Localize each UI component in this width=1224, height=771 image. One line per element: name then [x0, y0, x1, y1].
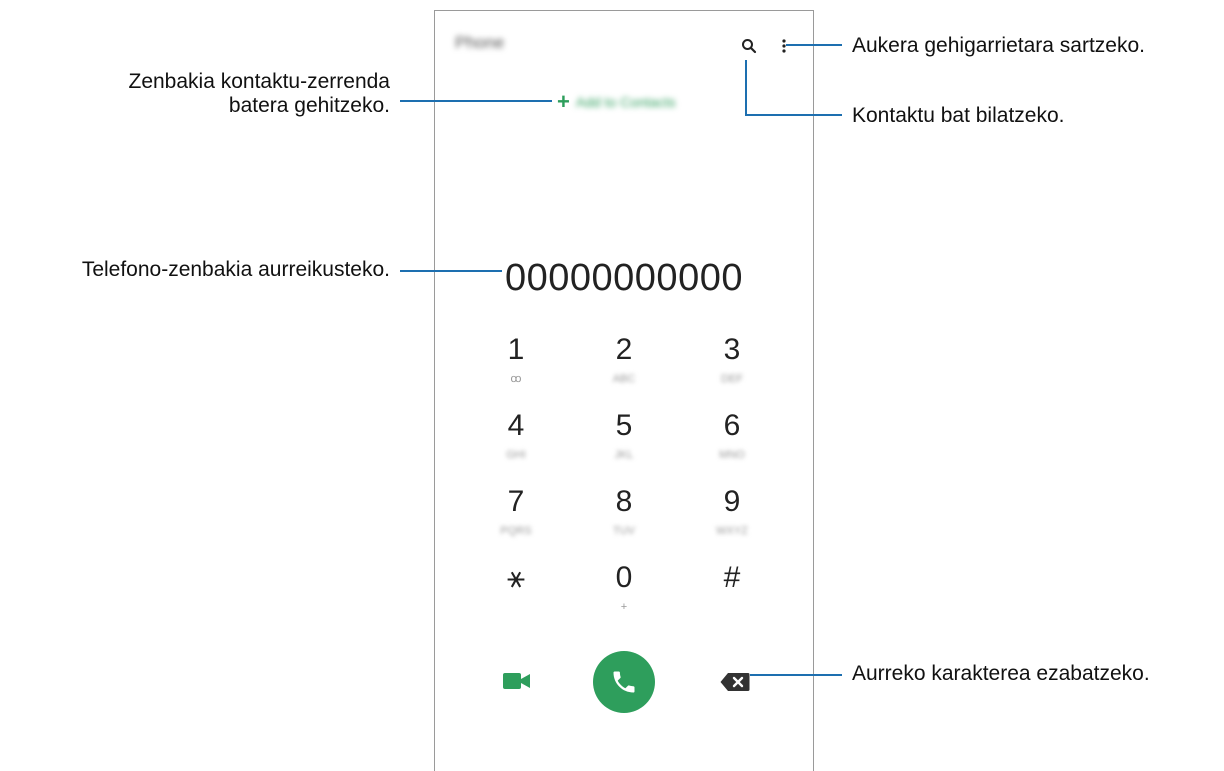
annotation-add-contact: Zenbakia kontaktu-zerrenda batera gehitz… — [30, 70, 391, 118]
key-9[interactable]: 9 WXYZ — [677, 485, 787, 555]
key-digit: 8 — [615, 485, 633, 518]
key-digit: 0 — [615, 561, 633, 594]
backspace-icon — [720, 673, 750, 691]
key-digit: 9 — [723, 485, 741, 518]
key-4[interactable]: 4 GHI — [461, 409, 571, 479]
key-letters: TUV — [613, 525, 635, 537]
key-digit: 3 — [723, 333, 741, 366]
annotation-delete-char: Aurreko karakterea ezabatzeko. — [852, 662, 1150, 685]
key-letters: JKL — [614, 449, 634, 461]
more-options-icon[interactable] — [773, 35, 795, 57]
search-icon[interactable] — [738, 35, 760, 57]
call-button[interactable] — [593, 651, 655, 713]
key-letters: GHI — [506, 449, 526, 461]
key-letters: ABC — [612, 373, 636, 385]
annotation-search-contact: Kontaktu bat bilatzeko. — [852, 104, 1065, 127]
annotation-line-delete — [750, 674, 842, 676]
key-digit: # — [723, 561, 741, 594]
annotation-line-search-horizontal — [745, 114, 842, 116]
key-digit: 1 — [507, 333, 525, 366]
key-3[interactable]: 3 DEF — [677, 333, 787, 403]
add-to-contacts-button[interactable]: + Add to Contacts — [557, 91, 675, 113]
key-6[interactable]: 6 MNO — [677, 409, 787, 479]
key-letters: WXYZ — [716, 525, 748, 537]
video-call-icon — [503, 673, 530, 689]
annotation-line-preview — [400, 270, 502, 272]
phone-icon — [613, 671, 635, 693]
key-digit: 7 — [507, 485, 525, 518]
key-5[interactable]: 5 JKL — [569, 409, 679, 479]
annotation-add-contact-line2: batera gehitzeko. — [228, 94, 390, 117]
key-0[interactable]: 0 + — [569, 561, 679, 631]
add-to-contacts-label: Add to Contacts — [575, 94, 676, 110]
key-8[interactable]: 8 TUV — [569, 485, 679, 555]
key-plus: + — [620, 601, 628, 613]
key-letters: MNO — [719, 449, 745, 461]
phone-screen: Phone + Add to Contacts 00000000000 1 ꝏ … — [434, 10, 814, 771]
annotation-line-search-vertical — [745, 60, 747, 116]
key-letters: DEF — [721, 373, 743, 385]
annotation-more-options: Aukera gehigarrietara sartzeko. — [852, 34, 1145, 57]
voicemail-icon: ꝏ — [510, 373, 522, 385]
app-title: Phone — [455, 33, 505, 52]
key-digit: 6 — [723, 409, 741, 442]
key-2[interactable]: 2 ABC — [569, 333, 679, 403]
key-digit: 5 — [615, 409, 633, 442]
plus-icon: + — [557, 89, 570, 114]
annotation-preview-number: Telefono-zenbakia aurreikusteko. — [81, 258, 390, 281]
annotation-line-add-contact — [400, 100, 552, 102]
annotation-line-more — [786, 44, 842, 46]
video-call-button[interactable] — [499, 663, 535, 699]
phone-number-display: 00000000000 — [505, 257, 743, 299]
key-digit: 4 — [507, 409, 525, 442]
key-digit: 2 — [615, 333, 633, 366]
key-star[interactable]: ⚹ — [461, 561, 571, 631]
key-1[interactable]: 1 ꝏ — [461, 333, 571, 403]
annotation-add-contact-line1: Zenbakia kontaktu-zerrenda — [128, 70, 391, 93]
key-letters: PQRS — [500, 525, 532, 537]
key-7[interactable]: 7 PQRS — [461, 485, 571, 555]
backspace-button[interactable] — [717, 667, 753, 697]
key-hash[interactable]: # — [677, 561, 787, 631]
key-digit: ⚹ — [507, 561, 525, 594]
